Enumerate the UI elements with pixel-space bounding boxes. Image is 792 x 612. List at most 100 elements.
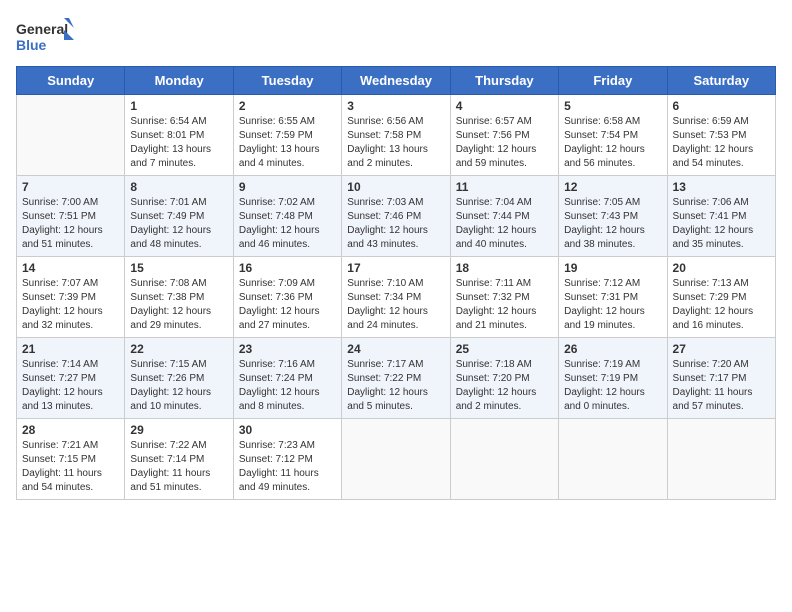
calendar-cell: 10 Sunrise: 7:03 AMSunset: 7:46 PMDayligh… (342, 176, 450, 257)
calendar-cell: 28 Sunrise: 7:21 AMSunset: 7:15 PMDayligh… (17, 419, 125, 500)
day-number: 17 (347, 261, 444, 275)
day-number: 7 (22, 180, 119, 194)
calendar-cell: 7 Sunrise: 7:00 AMSunset: 7:51 PMDaylight… (17, 176, 125, 257)
logo-svg: GeneralBlue (16, 16, 76, 56)
cell-content: Sunrise: 7:10 AMSunset: 7:34 PMDaylight:… (347, 277, 444, 333)
cell-content: Sunrise: 7:09 AMSunset: 7:36 PMDaylight:… (239, 277, 336, 333)
weekday-header-row: SundayMondayTuesdayWednesdayThursdayFrid… (17, 67, 776, 95)
cell-content: Sunrise: 7:21 AMSunset: 7:15 PMDaylight:… (22, 439, 119, 495)
day-number: 28 (22, 423, 119, 437)
day-number: 15 (130, 261, 227, 275)
day-number: 24 (347, 342, 444, 356)
weekday-header-wednesday: Wednesday (342, 67, 450, 95)
cell-content: Sunrise: 7:23 AMSunset: 7:12 PMDaylight:… (239, 439, 336, 495)
calendar-cell: 5 Sunrise: 6:58 AMSunset: 7:54 PMDaylight… (559, 95, 667, 176)
day-number: 6 (673, 99, 770, 113)
calendar-cell: 4Sunrise: 6:57 AMSunset: 7:56 PMDaylight… (450, 95, 558, 176)
calendar-cell: 6 Sunrise: 6:59 AMSunset: 7:53 PMDaylight… (667, 95, 775, 176)
day-number: 21 (22, 342, 119, 356)
calendar-cell: 15 Sunrise: 7:08 AMSunset: 7:38 PMDayligh… (125, 257, 233, 338)
weekday-header-friday: Friday (559, 67, 667, 95)
weekday-header-thursday: Thursday (450, 67, 558, 95)
cell-content: Sunrise: 7:17 AMSunset: 7:22 PMDaylight:… (347, 358, 444, 414)
calendar-cell: 17 Sunrise: 7:10 AMSunset: 7:34 PMDayligh… (342, 257, 450, 338)
cell-content: Sunrise: 7:01 AMSunset: 7:49 PMDaylight:… (130, 196, 227, 252)
day-number: 4 (456, 99, 553, 113)
day-number: 13 (673, 180, 770, 194)
day-number: 1 (130, 99, 227, 113)
calendar-cell (17, 95, 125, 176)
calendar-week-row: 21 Sunrise: 7:14 AMSunset: 7:27 PMDayligh… (17, 338, 776, 419)
cell-content: Sunrise: 6:59 AMSunset: 7:53 PMDaylight:… (673, 115, 770, 171)
calendar-cell: 12 Sunrise: 7:05 AMSunset: 7:43 PMDayligh… (559, 176, 667, 257)
calendar-cell: 19 Sunrise: 7:12 AMSunset: 7:31 PMDayligh… (559, 257, 667, 338)
cell-content: Sunrise: 6:54 AMSunset: 8:01 PMDaylight:… (130, 115, 227, 171)
calendar-cell: 27 Sunrise: 7:20 AMSunset: 7:17 PMDayligh… (667, 338, 775, 419)
day-number: 12 (564, 180, 661, 194)
cell-content: Sunrise: 7:18 AMSunset: 7:20 PMDaylight:… (456, 358, 553, 414)
calendar-cell: 1 Sunrise: 6:54 AMSunset: 8:01 PMDaylight… (125, 95, 233, 176)
calendar-cell: 18 Sunrise: 7:11 AMSunset: 7:32 PMDayligh… (450, 257, 558, 338)
cell-content: Sunrise: 7:14 AMSunset: 7:27 PMDaylight:… (22, 358, 119, 414)
day-number: 10 (347, 180, 444, 194)
cell-content: Sunrise: 7:00 AMSunset: 7:51 PMDaylight:… (22, 196, 119, 252)
calendar-week-row: 28 Sunrise: 7:21 AMSunset: 7:15 PMDayligh… (17, 419, 776, 500)
logo: GeneralBlue (16, 16, 76, 56)
cell-content: Sunrise: 7:12 AMSunset: 7:31 PMDaylight:… (564, 277, 661, 333)
day-number: 27 (673, 342, 770, 356)
calendar-cell (559, 419, 667, 500)
calendar-cell: 2Sunrise: 6:55 AMSunset: 7:59 PMDaylight… (233, 95, 341, 176)
day-number: 3 (347, 99, 444, 113)
weekday-header-tuesday: Tuesday (233, 67, 341, 95)
cell-content: Sunrise: 6:56 AMSunset: 7:58 PMDaylight:… (347, 115, 444, 171)
svg-text:Blue: Blue (16, 37, 47, 53)
weekday-header-sunday: Sunday (17, 67, 125, 95)
calendar-week-row: 7 Sunrise: 7:00 AMSunset: 7:51 PMDaylight… (17, 176, 776, 257)
calendar-cell: 11Sunrise: 7:04 AMSunset: 7:44 PMDayligh… (450, 176, 558, 257)
cell-content: Sunrise: 6:58 AMSunset: 7:54 PMDaylight:… (564, 115, 661, 171)
cell-content: Sunrise: 6:55 AMSunset: 7:59 PMDaylight:… (239, 115, 336, 171)
day-number: 29 (130, 423, 227, 437)
calendar-cell: 26 Sunrise: 7:19 AMSunset: 7:19 PMDayligh… (559, 338, 667, 419)
day-number: 9 (239, 180, 336, 194)
calendar-cell (342, 419, 450, 500)
day-number: 11 (456, 180, 553, 194)
cell-content: Sunrise: 7:19 AMSunset: 7:19 PMDaylight:… (564, 358, 661, 414)
weekday-header-monday: Monday (125, 67, 233, 95)
day-number: 20 (673, 261, 770, 275)
calendar-cell: 16 Sunrise: 7:09 AMSunset: 7:36 PMDayligh… (233, 257, 341, 338)
cell-content: Sunrise: 7:11 AMSunset: 7:32 PMDaylight:… (456, 277, 553, 333)
cell-content: Sunrise: 7:13 AMSunset: 7:29 PMDaylight:… (673, 277, 770, 333)
calendar-week-row: 1 Sunrise: 6:54 AMSunset: 8:01 PMDaylight… (17, 95, 776, 176)
day-number: 18 (456, 261, 553, 275)
day-number: 23 (239, 342, 336, 356)
svg-text:General: General (16, 21, 68, 37)
cell-content: Sunrise: 7:15 AMSunset: 7:26 PMDaylight:… (130, 358, 227, 414)
calendar-cell: 30 Sunrise: 7:23 AMSunset: 7:12 PMDayligh… (233, 419, 341, 500)
calendar-cell: 8Sunrise: 7:01 AMSunset: 7:49 PMDaylight… (125, 176, 233, 257)
calendar-cell: 22Sunrise: 7:15 AMSunset: 7:26 PMDayligh… (125, 338, 233, 419)
day-number: 26 (564, 342, 661, 356)
day-number: 16 (239, 261, 336, 275)
day-number: 30 (239, 423, 336, 437)
day-number: 19 (564, 261, 661, 275)
calendar-week-row: 14Sunrise: 7:07 AMSunset: 7:39 PMDayligh… (17, 257, 776, 338)
header: GeneralBlue (16, 16, 776, 56)
calendar-cell: 3 Sunrise: 6:56 AMSunset: 7:58 PMDaylight… (342, 95, 450, 176)
calendar-cell: 21 Sunrise: 7:14 AMSunset: 7:27 PMDayligh… (17, 338, 125, 419)
cell-content: Sunrise: 7:07 AMSunset: 7:39 PMDaylight:… (22, 277, 119, 333)
cell-content: Sunrise: 7:05 AMSunset: 7:43 PMDaylight:… (564, 196, 661, 252)
cell-content: Sunrise: 7:03 AMSunset: 7:46 PMDaylight:… (347, 196, 444, 252)
day-number: 5 (564, 99, 661, 113)
cell-content: Sunrise: 7:16 AMSunset: 7:24 PMDaylight:… (239, 358, 336, 414)
calendar-cell: 23 Sunrise: 7:16 AMSunset: 7:24 PMDayligh… (233, 338, 341, 419)
calendar-cell: 25Sunrise: 7:18 AMSunset: 7:20 PMDayligh… (450, 338, 558, 419)
calendar-cell: 9Sunrise: 7:02 AMSunset: 7:48 PMDaylight… (233, 176, 341, 257)
calendar-cell: 24 Sunrise: 7:17 AMSunset: 7:22 PMDayligh… (342, 338, 450, 419)
cell-content: Sunrise: 7:08 AMSunset: 7:38 PMDaylight:… (130, 277, 227, 333)
cell-content: Sunrise: 7:20 AMSunset: 7:17 PMDaylight:… (673, 358, 770, 414)
cell-content: Sunrise: 7:06 AMSunset: 7:41 PMDaylight:… (673, 196, 770, 252)
calendar-cell (450, 419, 558, 500)
weekday-header-saturday: Saturday (667, 67, 775, 95)
calendar-table: SundayMondayTuesdayWednesdayThursdayFrid… (16, 66, 776, 500)
